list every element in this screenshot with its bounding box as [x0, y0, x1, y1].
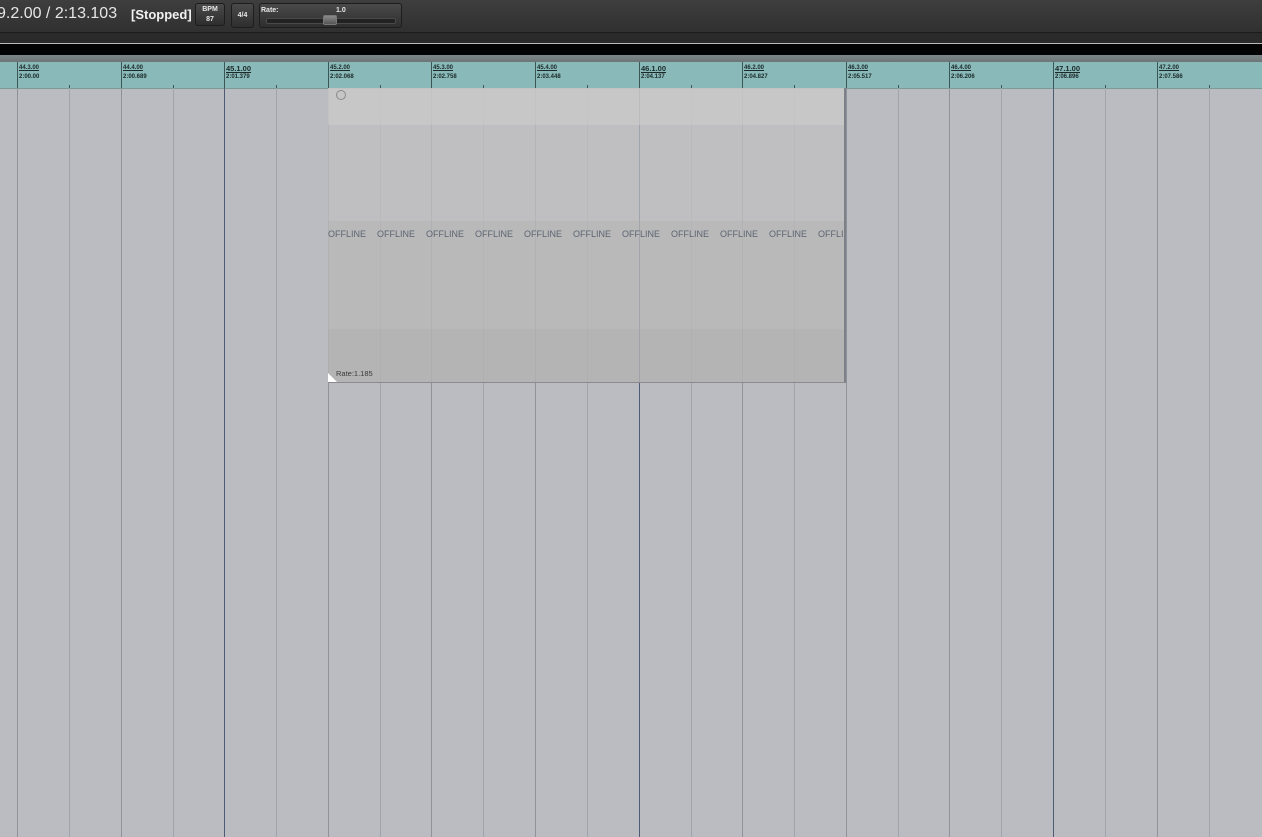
- offline-label: OFFLINE: [671, 229, 710, 239]
- ruler-beat-line: [431, 62, 432, 88]
- clip-resize-handle[interactable]: [328, 373, 337, 382]
- beat-gridline: [17, 88, 18, 837]
- ruler-time-label: 2:00.689: [123, 74, 147, 80]
- beat-gridline: [949, 88, 950, 837]
- transport-toolbar: 9.2.00 / 2:13.103 [Stopped] BPM 87 4/4 R…: [0, 0, 1262, 33]
- timeline-ruler[interactable]: 44.3.00 2:00.00 44.4.00 2:00.689 45.1.00 2:01…: [0, 62, 1262, 89]
- ruler-bar-label: 47.2.00: [1159, 65, 1180, 71]
- clip-header[interactable]: [328, 88, 844, 125]
- ruler-time-label: 2:03.448: [537, 74, 561, 80]
- ruler-beat-line: [639, 62, 640, 88]
- transport-status: [Stopped]: [131, 7, 192, 22]
- offline-label: OFFLINE: [769, 229, 808, 239]
- ruler-beat-line: [846, 62, 847, 88]
- toolbar-underbar: [0, 33, 1262, 44]
- rate-control: Rate: 1.0: [259, 3, 402, 28]
- overview-strip[interactable]: [0, 44, 1262, 55]
- beat-gridline: [224, 88, 225, 837]
- ruler-bar-label: 46.4.00: [951, 65, 972, 71]
- ruler-time-label: 2:05.517: [848, 74, 872, 80]
- offline-label: OFFLINE: [720, 229, 759, 239]
- subbeat-gridline: [898, 88, 899, 837]
- offline-label: OFFLINE: [524, 229, 563, 239]
- rate-label: Rate:: [261, 7, 279, 14]
- ruler-bar-label: 46.2.00: [744, 65, 765, 71]
- ruler-time-label: 2:02.758: [433, 74, 457, 80]
- clip-rate-text: Rate:1.185: [336, 369, 373, 378]
- bpm-value: 87: [206, 16, 214, 23]
- time-signature-value: 4/4: [237, 12, 248, 19]
- ruler-beat-line: [949, 62, 950, 88]
- ruler-beat-line: [224, 62, 225, 88]
- rate-value: 1.0: [336, 7, 346, 14]
- ruler-bar-label: 45.1.00: [226, 64, 252, 73]
- marker-lane[interactable]: [0, 55, 1262, 62]
- ruler-bar-label: 44.3.00: [19, 65, 40, 71]
- position-readout: 9.2.00 / 2:13.103: [0, 5, 118, 22]
- offline-label: OFFLINE: [573, 229, 612, 239]
- subbeat-gridline: [69, 88, 70, 837]
- ruler-time-label: 2:02.068: [330, 74, 354, 80]
- ruler-bar-label: 46.3.00: [848, 65, 869, 71]
- clip-footer: [328, 329, 844, 382]
- subbeat-gridline: [1209, 88, 1210, 837]
- ruler-time-label: 2:06.206: [951, 74, 975, 80]
- ruler-time-label: 2:07.586: [1159, 74, 1183, 80]
- subbeat-gridline: [1001, 88, 1002, 837]
- subbeat-gridline: [173, 88, 174, 837]
- ruler-time-label: 2:00.00: [19, 74, 40, 80]
- offline-label: OFFLINE: [426, 229, 465, 239]
- ruler-bar-label: 45.4.00: [537, 65, 558, 71]
- bpm-button[interactable]: BPM 87: [195, 3, 225, 26]
- offline-label: OFFLINE: [818, 229, 844, 239]
- subbeat-gridline: [1105, 88, 1106, 837]
- beat-gridline: [846, 88, 847, 837]
- ruler-beat-line: [17, 62, 18, 88]
- offline-label: OFFLINE: [377, 229, 416, 239]
- ruler-bar-label: 45.3.00: [433, 65, 454, 71]
- audio-clip[interactable]: OFFLINE OFFLINE OFFLINE OFFLINE OFFLINE OFFLI…: [328, 88, 846, 383]
- ruler-bar-label: 46.1.00: [641, 64, 667, 73]
- beat-gridline: [1157, 88, 1158, 837]
- subbeat-gridline: [276, 88, 277, 837]
- bpm-label: BPM: [202, 6, 218, 13]
- ruler-time-label: 2:01.379: [226, 74, 250, 80]
- ruler-beat-line: [328, 62, 329, 88]
- ruler-bar-label: 45.2.00: [330, 65, 351, 71]
- ruler-bar-label: 47.1.00: [1055, 64, 1081, 73]
- beat-gridline: [1053, 88, 1054, 837]
- time-signature-button[interactable]: 4/4: [231, 3, 254, 28]
- ruler-beat-line: [1053, 62, 1054, 88]
- offline-label: OFFLINE: [328, 229, 367, 239]
- offline-label: OFFLINE: [475, 229, 514, 239]
- rate-slider-thumb[interactable]: [323, 15, 337, 25]
- ruler-time-label: 2:04.827: [744, 74, 768, 80]
- ruler-time-label: 2:04.137: [641, 74, 665, 80]
- ruler-bar-label: 44.4.00: [123, 65, 144, 71]
- beat-gridline: [121, 88, 122, 837]
- offline-label: OFFLINE: [622, 229, 661, 239]
- clip-status-icon[interactable]: [336, 90, 346, 100]
- ruler-beat-line: [535, 62, 536, 88]
- ruler-beat-line: [121, 62, 122, 88]
- ruler-beat-line: [742, 62, 743, 88]
- ruler-beat-line: [1157, 62, 1158, 88]
- ruler-time-label: 2:06.896: [1055, 74, 1079, 80]
